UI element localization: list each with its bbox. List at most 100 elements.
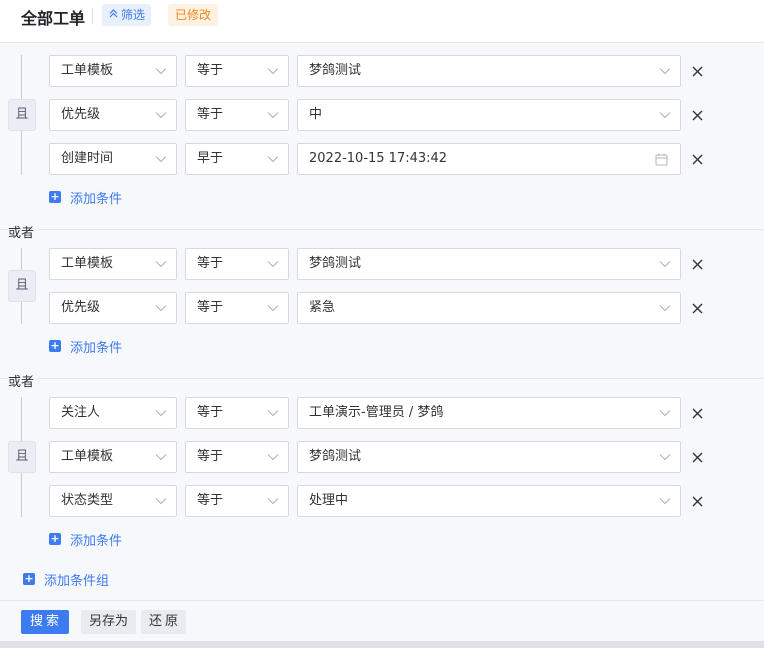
chevron-down-icon — [267, 100, 279, 130]
add-condition-button[interactable]: + 添加条件 — [49, 187, 122, 207]
close-icon — [692, 452, 703, 463]
add-condition-button[interactable]: + 添加条件 — [49, 336, 122, 356]
value-select[interactable]: 工单演示-管理员 / 梦鸽 — [297, 397, 681, 429]
condition-row: 关注人 等于 工单演示-管理员 / 梦鸽 — [49, 397, 709, 429]
field-select-value: 状态类型 — [61, 493, 114, 508]
operator-select-value: 等于 — [197, 493, 224, 508]
value-select[interactable]: 紧急 — [297, 292, 681, 324]
value-select-value: 梦鸽测试 — [309, 449, 362, 464]
operator-select-value: 等于 — [197, 107, 224, 122]
value-select-value: 处理中 — [309, 493, 349, 508]
operator-select-value: 等于 — [197, 63, 224, 78]
condition-row: 工单模板 等于 梦鸽测试 — [49, 441, 709, 473]
condition-row: 工单模板 等于 梦鸽测试 — [49, 248, 709, 280]
add-condition-label: 添加条件 — [70, 340, 123, 356]
field-select[interactable]: 工单模板 — [49, 55, 177, 87]
operator-select[interactable]: 等于 — [185, 248, 289, 280]
field-select-value: 工单模板 — [61, 256, 114, 271]
chevron-down-icon — [155, 398, 167, 428]
field-select[interactable]: 创建时间 — [49, 143, 177, 175]
chevron-down-icon — [155, 442, 167, 472]
chevron-down-icon — [267, 249, 279, 279]
chevron-down-icon — [659, 442, 671, 472]
date-picker-value: 2022-10-15 17:43:42 — [309, 151, 448, 166]
filter-toggle-button[interactable]: 筛选 — [102, 4, 152, 26]
remove-condition-button[interactable] — [690, 55, 704, 87]
chevron-down-icon — [659, 486, 671, 516]
add-condition-button[interactable]: + 添加条件 — [49, 529, 122, 549]
operator-select[interactable]: 等于 — [185, 441, 289, 473]
chevron-down-icon — [659, 398, 671, 428]
plus-icon: + — [23, 572, 35, 585]
reset-button[interactable]: 还原 — [141, 610, 187, 634]
operator-select[interactable]: 等于 — [185, 292, 289, 324]
value-select-value: 梦鸽测试 — [309, 256, 362, 271]
add-condition-group-label: 添加条件组 — [44, 573, 110, 589]
close-icon — [692, 303, 703, 314]
chevron-down-icon — [267, 442, 279, 472]
footer: 搜索 另存为 还原 — [0, 601, 764, 641]
value-select[interactable]: 梦鸽测试 — [297, 441, 681, 473]
operator-select-value: 早于 — [197, 151, 224, 166]
close-icon — [692, 259, 703, 270]
chevron-down-icon — [267, 486, 279, 516]
condition-group: 且工单模板 等于 梦鸽测试 优先级 等于中创建时间 早于 2022-10-15 17:43:… — [0, 55, 764, 215]
value-select[interactable]: 处理中 — [297, 485, 681, 517]
or-divider — [0, 229, 764, 230]
value-select[interactable]: 梦鸽测试 — [297, 55, 681, 87]
operator-select-value: 等于 — [197, 300, 224, 315]
chevron-down-icon — [267, 293, 279, 323]
chevron-down-icon — [155, 249, 167, 279]
date-picker[interactable]: 2022-10-15 17:43:42 — [297, 143, 681, 175]
header: 全部工单 筛选 已修改 — [0, 0, 764, 43]
field-select[interactable]: 优先级 — [49, 292, 177, 324]
chevron-down-icon — [267, 144, 279, 174]
chevron-down-icon — [659, 56, 671, 86]
operator-select-value: 等于 — [197, 449, 224, 464]
operator-select-value: 等于 — [197, 405, 224, 420]
chevron-down-icon — [267, 56, 279, 86]
operator-select[interactable]: 等于 — [185, 485, 289, 517]
chevron-down-icon — [155, 56, 167, 86]
remove-condition-button[interactable] — [690, 99, 704, 131]
field-select[interactable]: 关注人 — [49, 397, 177, 429]
value-select-value: 中 — [309, 107, 323, 122]
filter-builder: 且工单模板 等于 梦鸽测试 优先级 等于中创建时间 早于 2022-10-15 17:43:… — [0, 43, 764, 641]
close-icon — [692, 110, 703, 121]
field-select-value: 关注人 — [61, 405, 101, 420]
field-select[interactable]: 工单模板 — [49, 248, 177, 280]
operator-select[interactable]: 等于 — [185, 397, 289, 429]
value-select[interactable]: 梦鸽测试 — [297, 248, 681, 280]
close-icon — [692, 66, 703, 77]
title-divider — [92, 9, 93, 23]
condition-group: 且关注人 等于 工单演示-管理员 / 梦鸽 工单模板 等于 梦鸽测试 状态类型 等于 处理中 + 添… — [0, 397, 764, 557]
chevron-up-double-icon — [108, 4, 119, 26]
filter-toggle-label: 筛选 — [121, 8, 146, 22]
operator-select[interactable]: 等于 — [185, 55, 289, 87]
operator-select[interactable]: 早于 — [185, 143, 289, 175]
field-select[interactable]: 优先级 — [49, 99, 177, 131]
or-label: 或者 — [8, 222, 39, 241]
close-icon — [692, 154, 703, 165]
field-select[interactable]: 工单模板 — [49, 441, 177, 473]
remove-condition-button[interactable] — [690, 397, 704, 429]
chevron-down-icon — [659, 100, 671, 130]
add-condition-group-button[interactable]: + 添加条件组 — [23, 569, 109, 589]
operator-select[interactable]: 等于 — [185, 99, 289, 131]
remove-condition-button[interactable] — [690, 485, 704, 517]
modified-badge: 已修改 — [168, 4, 219, 26]
and-label: 且 — [8, 99, 36, 131]
field-select[interactable]: 状态类型 — [49, 485, 177, 517]
operator-select-value: 等于 — [197, 256, 224, 271]
and-label: 且 — [8, 270, 36, 302]
remove-condition-button[interactable] — [690, 441, 704, 473]
value-select[interactable]: 中 — [297, 99, 681, 131]
remove-condition-button[interactable] — [690, 248, 704, 280]
page-title: 全部工单 — [21, 9, 86, 28]
field-select-value: 工单模板 — [61, 63, 114, 78]
plus-icon: + — [49, 339, 61, 352]
search-button[interactable]: 搜索 — [21, 610, 70, 634]
remove-condition-button[interactable] — [690, 292, 704, 324]
remove-condition-button[interactable] — [690, 143, 704, 175]
save-as-button[interactable]: 另存为 — [81, 610, 137, 634]
